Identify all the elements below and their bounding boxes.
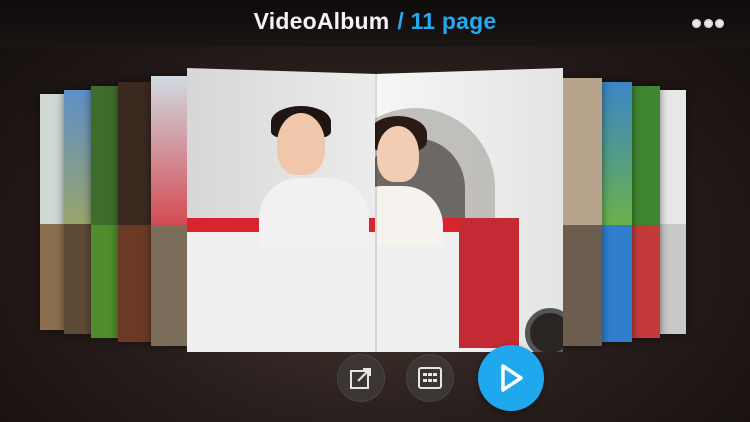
- page-title: VideoAlbum / 11 page: [0, 8, 750, 35]
- grid-icon: [418, 367, 442, 389]
- car-wheel: [525, 308, 563, 352]
- album-page-thumb[interactable]: [562, 78, 602, 346]
- play-icon: [501, 364, 523, 392]
- album-page-thumb[interactable]: [91, 86, 121, 338]
- more-dot: [692, 19, 701, 28]
- car-red-side: [459, 218, 519, 348]
- man-head: [277, 113, 325, 175]
- man-body: [259, 178, 369, 248]
- album-page-thumb[interactable]: [40, 94, 66, 330]
- app-title: VideoAlbum: [253, 8, 390, 34]
- book-spine: [375, 74, 377, 352]
- album-page-thumb[interactable]: [118, 82, 154, 342]
- album-page-thumb[interactable]: [151, 76, 191, 346]
- album-page-thumb[interactable]: [598, 82, 632, 342]
- album-carousel[interactable]: [0, 46, 750, 376]
- title-separator: /: [397, 8, 404, 34]
- book-left-page: [187, 68, 377, 352]
- page-count: 11 page: [410, 8, 497, 34]
- more-dot: [703, 19, 713, 28]
- album-page-thumb[interactable]: [628, 86, 660, 338]
- share-button[interactable]: [337, 354, 385, 402]
- album-page-thumb[interactable]: [656, 90, 686, 334]
- top-bar: VideoAlbum / 11 page: [0, 0, 750, 47]
- book-right-page: [375, 68, 563, 352]
- more-dots-icon[interactable]: [692, 19, 724, 29]
- album-page-thumb[interactable]: [64, 90, 94, 334]
- play-button[interactable]: [478, 345, 544, 411]
- woman-head: [377, 126, 419, 182]
- share-icon: [350, 368, 371, 389]
- grid-button[interactable]: [406, 354, 454, 402]
- more-dot: [715, 19, 724, 28]
- open-album-page[interactable]: [187, 68, 563, 352]
